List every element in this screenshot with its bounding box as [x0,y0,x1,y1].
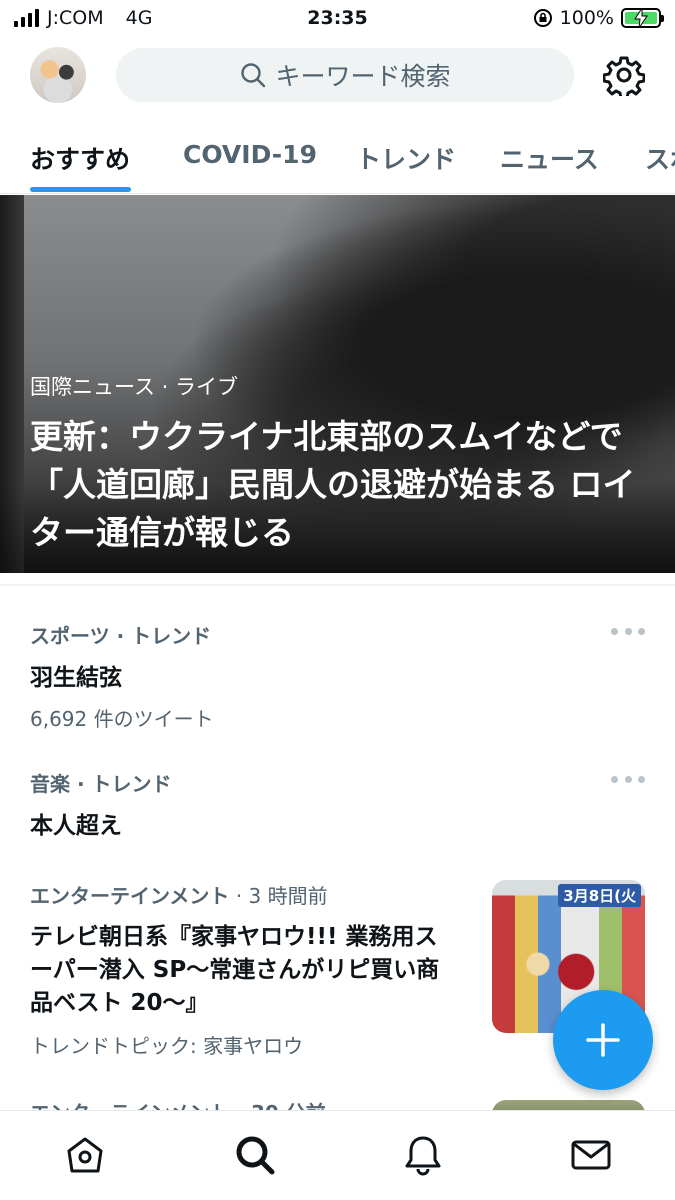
hero-separator: · [161,375,175,399]
news-title: テレビ朝日系『家事ヤロウ!!! 業務用スーパー潜入 SP〜常連さんがリピ買い商品… [30,924,440,1016]
trend-title: 本人超え [30,813,122,839]
status-right: 100% [533,7,664,29]
orientation-lock-icon [533,9,552,27]
trend-item[interactable]: 音楽 · トレンド 本人超え [30,768,645,843]
search-icon [241,63,266,88]
tab-sports[interactable]: スポ [645,140,675,176]
status-bar: J:COM 4G 23:35 100% [0,0,675,38]
battery-percent: 100% [559,7,614,29]
bottom-nav [0,1110,675,1200]
hero-category-label: 国際ニュース [30,375,155,399]
search-input[interactable]: キーワード検索 [116,48,574,102]
nav-home[interactable] [63,1133,107,1177]
messages-icon [571,1140,611,1170]
search-placeholder: キーワード検索 [275,62,451,91]
tab-trends[interactable]: トレンド [356,140,456,176]
trend-category: 音楽 · トレンド [30,772,172,796]
tab-indicator [30,187,131,192]
plus-icon [586,1023,620,1057]
battery-icon [621,8,664,28]
trend-tweet-count: 6,692 件のツイート [30,707,214,731]
tab-recommended[interactable]: おすすめ [30,140,130,176]
avatar[interactable] [30,47,86,103]
thumbnail-date-badge: 3月8日(火 [558,884,641,907]
news-separator: · [229,884,249,908]
more-options-icon[interactable] [611,772,645,786]
hero-card[interactable]: 国際ニュース · ライブ 更新：ウクライナ北東部のスムイなどで「人道回廊」民間人… [0,195,675,573]
news-category-label: エンターテインメント [30,884,230,908]
nav-messages[interactable] [569,1133,613,1177]
trend-title: 羽生結弦 [30,665,122,691]
compose-button[interactable] [553,990,653,1090]
tab-news[interactable]: ニュース [500,140,599,176]
gear-icon[interactable] [603,54,645,96]
nav-notifications[interactable] [401,1133,445,1177]
hero-title: 更新：ウクライナ北東部のスムイなどで「人道回廊」民間人の退避が始まる ロイター通… [30,417,636,552]
explore-icon [236,1136,275,1175]
news-time: 3 時間前 [248,884,328,908]
section-divider [0,584,675,586]
tab-covid19[interactable]: COVID-19 [183,140,317,169]
tab-bar: おすすめ COVID-19 トレンド ニュース スポ [0,124,675,194]
notifications-icon [405,1136,441,1176]
trend-item[interactable]: スポーツ · トレンド 羽生結弦 6,692 件のツイート [30,620,645,732]
home-icon [67,1137,103,1173]
hero-status: ライブ [175,375,238,399]
nav-explore[interactable] [233,1133,277,1177]
more-options-icon[interactable] [611,624,645,638]
hero-category: 国際ニュース · ライブ [30,371,238,401]
top-header: キーワード検索 [0,38,675,114]
trend-category: スポーツ · トレンド [30,624,212,648]
charging-bolt-icon [634,8,648,28]
